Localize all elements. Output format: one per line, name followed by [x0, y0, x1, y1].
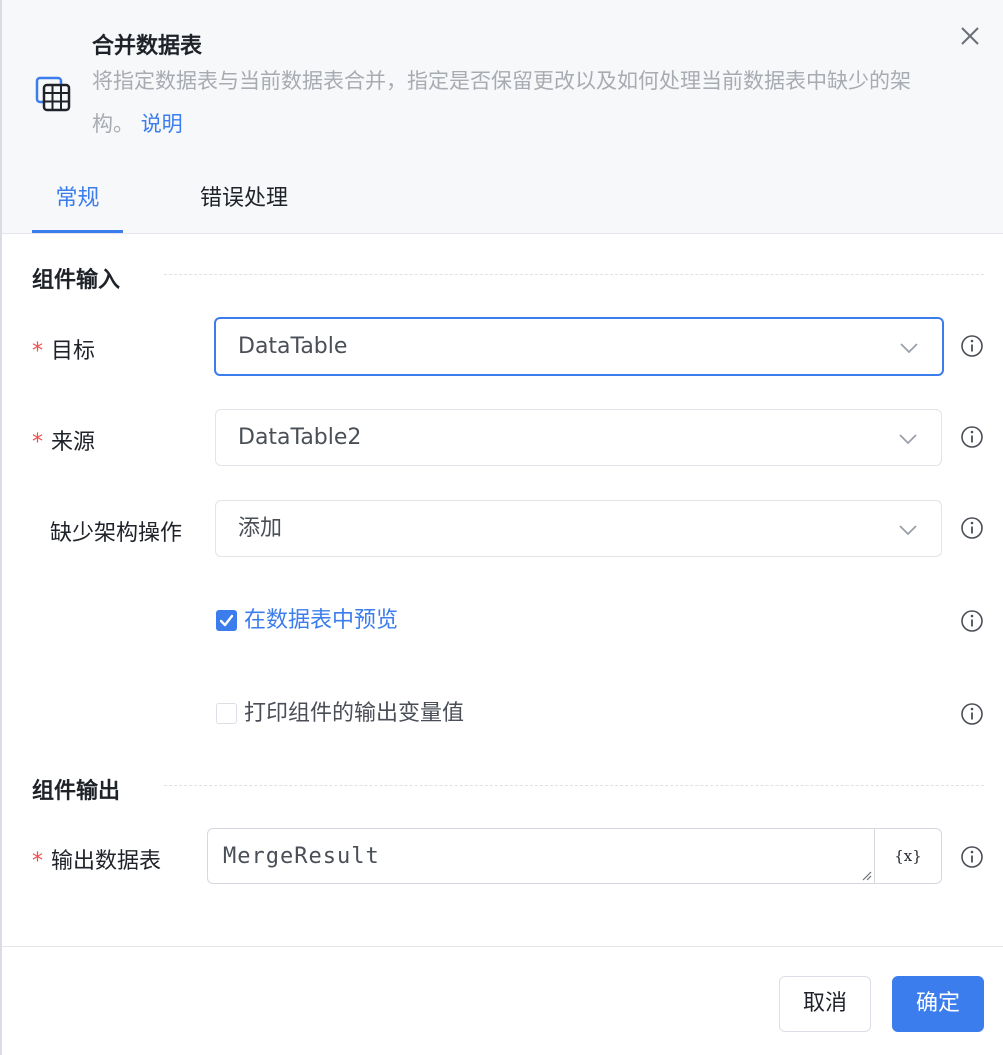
- info-icon[interactable]: [960, 516, 984, 540]
- tab-error-handling[interactable]: 错误处理: [200, 172, 288, 233]
- checkbox-unchecked[interactable]: [216, 703, 237, 724]
- description-text: 将指定数据表与当前数据表合并，指定是否保留更改以及如何处理当前数据表中缺少的架构…: [92, 69, 911, 136]
- preview-checkbox-label[interactable]: 在数据表中预览: [244, 606, 398, 636]
- table-icon: [35, 76, 71, 112]
- required-mark: *: [32, 430, 43, 455]
- output-table-label: * 输出数据表: [32, 849, 162, 874]
- section-output-title: 组件输出: [32, 779, 121, 804]
- dialog-title: 合并数据表: [92, 34, 203, 59]
- info-icon[interactable]: [960, 425, 984, 449]
- required-mark: *: [32, 849, 43, 874]
- insert-variable-button[interactable]: {x}: [874, 828, 942, 884]
- checkbox-checked[interactable]: [216, 610, 237, 631]
- info-icon[interactable]: [960, 334, 984, 358]
- section-divider: [164, 785, 984, 786]
- target-value: DataTable: [238, 334, 348, 359]
- target-label: * 目标: [32, 339, 96, 364]
- target-select[interactable]: DataTable: [214, 317, 944, 376]
- dialog-header: 合并数据表 将指定数据表与当前数据表合并，指定是否保留更改以及如何处理当前数据表…: [2, 0, 1003, 234]
- merge-datatable-dialog: 合并数据表 将指定数据表与当前数据表合并，指定是否保留更改以及如何处理当前数据表…: [0, 0, 1003, 1055]
- chevron-down-icon: [899, 434, 917, 445]
- chevron-down-icon: [899, 525, 917, 536]
- output-table-value: MergeResult: [223, 844, 380, 869]
- print-output-checkbox-label[interactable]: 打印组件的输出变量值: [244, 699, 464, 729]
- source-value: DataTable2: [238, 425, 362, 450]
- info-icon[interactable]: [960, 702, 984, 726]
- info-icon[interactable]: [960, 609, 984, 633]
- tab-general[interactable]: 常规: [32, 172, 123, 233]
- help-link[interactable]: 说明: [141, 112, 183, 136]
- source-select[interactable]: DataTable2: [215, 409, 942, 466]
- missing-schema-value: 添加: [238, 516, 283, 541]
- check-icon: [219, 614, 234, 627]
- chevron-down-icon: [900, 343, 918, 354]
- missing-schema-select[interactable]: 添加: [215, 500, 942, 557]
- confirm-button[interactable]: 确定: [892, 976, 984, 1032]
- close-icon[interactable]: [954, 20, 986, 52]
- section-input-title: 组件输入: [32, 268, 121, 293]
- info-icon[interactable]: [960, 845, 984, 869]
- footer-divider: [2, 946, 1003, 947]
- resize-handle-icon[interactable]: [860, 869, 872, 881]
- output-table-input[interactable]: MergeResult: [207, 828, 875, 884]
- dialog-description: 将指定数据表与当前数据表合并，指定是否保留更改以及如何处理当前数据表中缺少的架构…: [92, 60, 952, 146]
- section-divider: [164, 274, 984, 275]
- source-label: * 来源: [32, 430, 96, 455]
- required-mark: *: [32, 339, 43, 364]
- missing-schema-label: 缺少架构操作: [50, 521, 183, 546]
- cancel-button[interactable]: 取消: [779, 976, 871, 1032]
